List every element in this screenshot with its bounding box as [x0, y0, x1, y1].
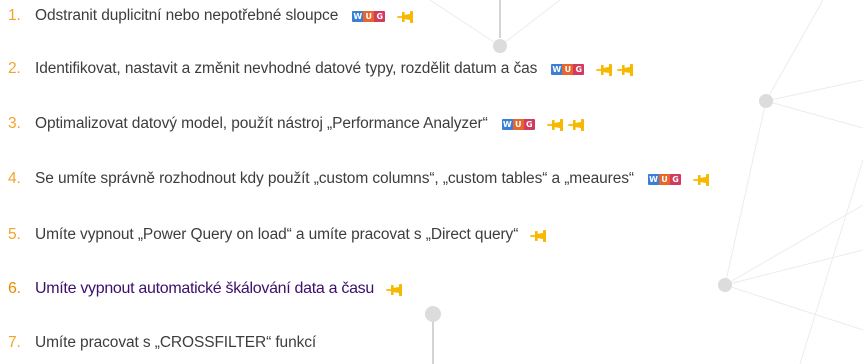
item-number: 1.: [8, 7, 21, 24]
item-number: 6.: [8, 280, 21, 297]
wug-logo-letter: W: [551, 63, 563, 75]
item-text: Se umíte správně rozhodnout kdy použít „…: [35, 170, 634, 187]
list-item: 4. Se umíte správně rozhodnout kdy použít…: [8, 167, 711, 191]
item-text: Optimalizovat datový model, použít nástr…: [35, 115, 488, 132]
wug-logo-letter: W: [352, 10, 364, 22]
list-item: 1. Odstranit duplicitní nebo nepotřebné s…: [8, 4, 415, 28]
wug-logo-letter: G: [374, 10, 386, 22]
list-item: 2. Identifikovat, nastavit a změnit nevho…: [8, 57, 635, 81]
pushpin-icon: [546, 117, 565, 131]
item-text: Umíte vypnout automatické škálování data…: [35, 280, 374, 297]
pushpin-icon: [397, 9, 415, 23]
wug-logo-letter: U: [562, 63, 574, 75]
pushpin-icon: [567, 117, 586, 131]
wug-logo-icon: WUG: [647, 173, 681, 185]
item-number: 2.: [8, 60, 21, 77]
wug-logo-icon: WUG: [501, 118, 535, 130]
wug-logo-letter: W: [647, 173, 659, 185]
wug-logo-letter: G: [573, 63, 585, 75]
pushpin-icon: [617, 62, 635, 76]
pushpin-icon: [596, 62, 614, 76]
item-number: 3.: [8, 115, 21, 132]
pushpin-icon: [386, 282, 404, 296]
wug-logo-letter: G: [523, 118, 535, 130]
list-item: 6. Umíte vypnout automatické škálování da…: [8, 277, 404, 301]
item-text: Umíte vypnout „Power Query on load“ a um…: [35, 226, 519, 243]
wug-logo-letter: U: [363, 10, 375, 22]
pushpin-icon: [693, 172, 711, 186]
item-text: Umíte pracovat s „CROSSFILTER“ funkcí: [35, 334, 317, 351]
list-item: 7. Umíte pracovat s „CROSSFILTER“ funkcí: [8, 331, 316, 355]
item-text: Odstranit duplicitní nebo nepotřebné slo…: [35, 7, 339, 24]
wug-logo-letter: U: [658, 173, 670, 185]
list-item: 5. Umíte vypnout „Power Query on load“ a …: [8, 223, 548, 247]
wug-logo-letter: G: [669, 173, 681, 185]
list-item: 3. Optimalizovat datový model, použít nás…: [8, 112, 586, 136]
pushpin-icon: [530, 228, 548, 242]
item-number: 7.: [8, 334, 21, 351]
item-number: 4.: [8, 170, 21, 187]
item-text: Identifikovat, nastavit a změnit nevhodn…: [35, 60, 538, 77]
item-number: 5.: [8, 226, 21, 243]
wug-logo-letter: U: [512, 118, 524, 130]
wug-logo-icon: WUG: [551, 63, 585, 75]
wug-logo-letter: W: [501, 118, 513, 130]
wug-logo-icon: WUG: [352, 10, 386, 22]
